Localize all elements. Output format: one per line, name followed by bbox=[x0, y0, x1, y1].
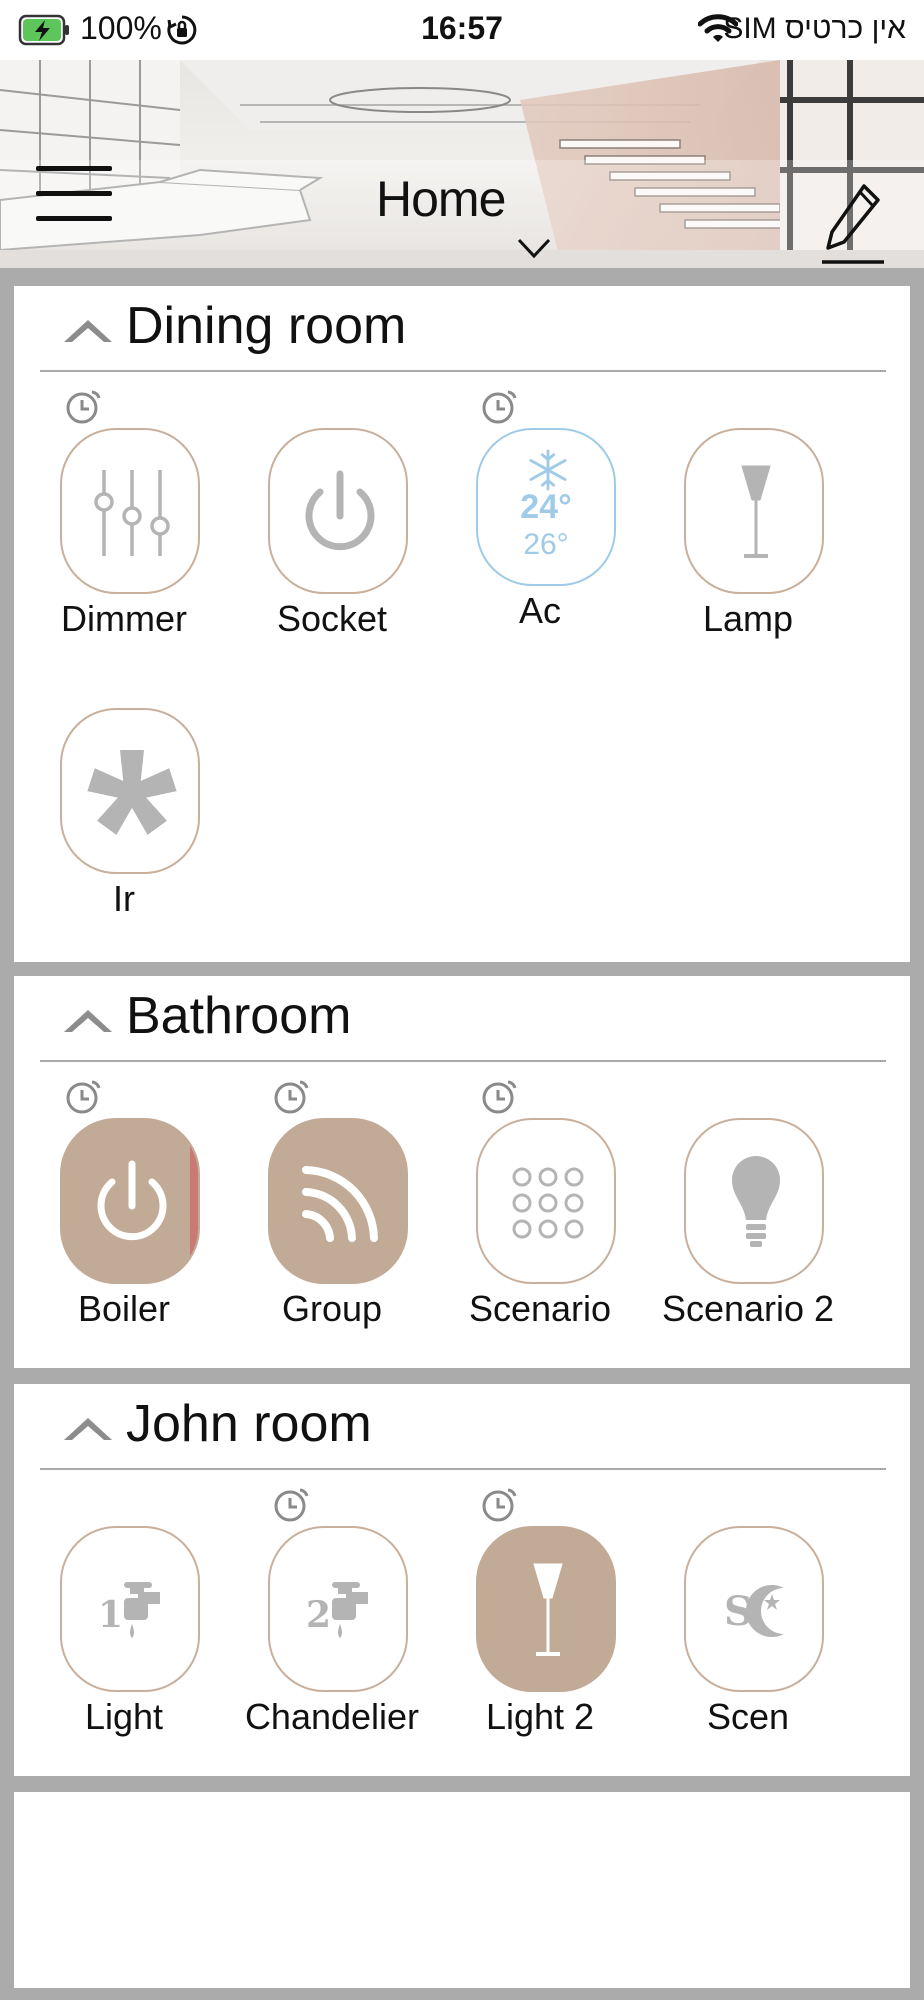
device-scenario: Scenario bbox=[430, 1076, 630, 1329]
timer-clock-icon[interactable] bbox=[62, 386, 102, 426]
device-lamp: Lamp bbox=[638, 386, 838, 639]
device-socket: Socket bbox=[222, 386, 422, 639]
room-header[interactable]: Bathroom bbox=[14, 976, 910, 1064]
chevron-up-icon[interactable] bbox=[62, 316, 114, 344]
lamp-toggle-button[interactable] bbox=[684, 428, 824, 594]
device-label: Dimmer bbox=[61, 598, 187, 639]
group-toggle-button[interactable] bbox=[268, 1118, 408, 1284]
power-icon bbox=[305, 470, 375, 551]
faucet-2-icon bbox=[332, 1582, 368, 1638]
scenario-2-toggle-button[interactable] bbox=[684, 1118, 824, 1284]
room-card-john-room: John room 1 Light 2 Chandelier Light 2 S Sc… bbox=[14, 1384, 910, 1776]
light-2-toggle-button[interactable] bbox=[476, 1526, 616, 1692]
chevron-up-icon[interactable] bbox=[62, 1414, 114, 1442]
dimmer-toggle-button[interactable] bbox=[60, 428, 200, 594]
device-ir: Ir bbox=[14, 666, 214, 919]
fan-icon bbox=[87, 750, 177, 835]
light-bulb-icon bbox=[732, 1156, 780, 1247]
chevron-up-icon[interactable] bbox=[62, 1006, 114, 1034]
status-bar: 100% 16:57 אין כרטיס SIM bbox=[0, 0, 924, 60]
hamburger-menu-icon bbox=[36, 166, 112, 171]
room-background-image bbox=[0, 60, 924, 268]
room-divider bbox=[40, 1060, 886, 1062]
device-light: 1 Light bbox=[14, 1484, 214, 1737]
boiler-toggle-button[interactable] bbox=[60, 1118, 200, 1284]
sliders-icon bbox=[94, 470, 170, 556]
room-divider bbox=[40, 370, 886, 372]
room-title: Dining room bbox=[126, 297, 407, 355]
sun-moon-icon bbox=[745, 1585, 784, 1637]
device-label: Light 2 bbox=[485, 1696, 595, 1737]
home-header: Home bbox=[0, 60, 924, 268]
device-label: Group bbox=[281, 1288, 383, 1329]
home-selector[interactable]: Home bbox=[376, 170, 506, 228]
device-label: Socket bbox=[276, 598, 388, 639]
device-light-2: Light 2 bbox=[430, 1484, 630, 1737]
room-card-bathroom: Bathroom Boiler Group Scenario Scenario … bbox=[14, 976, 910, 1368]
scene-letter: S bbox=[724, 1588, 753, 1635]
boiler-alert-indicator bbox=[190, 1140, 198, 1266]
device-label: Lamp bbox=[702, 598, 794, 639]
room-header[interactable]: John room bbox=[14, 1384, 910, 1472]
menu-button[interactable] bbox=[36, 166, 112, 230]
ac-toggle-button[interactable]: 24° 26° bbox=[476, 428, 616, 586]
device-scenario-2: Scenario 2 bbox=[638, 1076, 838, 1329]
room-title: Bathroom bbox=[126, 987, 352, 1045]
floor-lamp-icon bbox=[741, 465, 771, 558]
device-label: Light bbox=[84, 1696, 164, 1737]
device-label: Scenario bbox=[468, 1288, 612, 1329]
timer-clock-icon[interactable] bbox=[270, 1076, 310, 1116]
scenario-toggle-button[interactable] bbox=[476, 1118, 616, 1284]
empty-card bbox=[14, 1792, 910, 1988]
timer-clock-icon[interactable] bbox=[270, 1484, 310, 1524]
device-boiler: Boiler bbox=[14, 1076, 214, 1329]
room-card-dining-room: Dining room Dimmer Socket 24° 26° Ac Lamp … bbox=[14, 286, 910, 962]
device-number-badge: 2 bbox=[306, 1594, 332, 1636]
faucet-1-icon bbox=[124, 1582, 160, 1638]
device-label: Chandelier bbox=[244, 1696, 420, 1737]
room-title: John room bbox=[126, 1395, 372, 1453]
dot-grid-icon bbox=[512, 1167, 584, 1239]
timer-clock-icon[interactable] bbox=[478, 1076, 518, 1116]
device-scen: S Scen bbox=[638, 1484, 838, 1737]
ac-set-temperature: 24° bbox=[520, 488, 572, 526]
scen-toggle-button[interactable]: S bbox=[684, 1526, 824, 1692]
device-dimmer: Dimmer bbox=[14, 386, 214, 639]
device-label: Boiler bbox=[77, 1288, 171, 1329]
room-divider bbox=[40, 1468, 886, 1470]
hamburger-line bbox=[36, 191, 112, 196]
chevron-down-icon[interactable] bbox=[516, 236, 552, 260]
chandelier-toggle-button[interactable]: 2 bbox=[268, 1526, 408, 1692]
device-ac: 24° 26° Ac bbox=[430, 386, 630, 631]
device-number-badge: 1 bbox=[98, 1594, 124, 1636]
timer-clock-icon[interactable] bbox=[478, 386, 518, 426]
power-icon bbox=[97, 1160, 167, 1241]
light-toggle-button[interactable]: 1 bbox=[60, 1526, 200, 1692]
device-group: Group bbox=[222, 1076, 422, 1329]
room-header[interactable]: Dining room bbox=[14, 286, 910, 374]
ir-toggle-button[interactable] bbox=[60, 708, 200, 874]
timer-clock-icon[interactable] bbox=[62, 1076, 102, 1116]
floor-lamp-icon bbox=[533, 1563, 563, 1656]
carrier-label: אין כרטיס SIM bbox=[723, 12, 906, 45]
device-label: Ac bbox=[518, 590, 561, 631]
timer-clock-icon[interactable] bbox=[478, 1484, 518, 1524]
device-label: Scen bbox=[706, 1696, 790, 1737]
hamburger-line bbox=[36, 216, 112, 221]
wireless-signal-icon bbox=[302, 1166, 378, 1242]
socket-toggle-button[interactable] bbox=[268, 428, 408, 594]
device-chandelier: 2 Chandelier bbox=[222, 1484, 422, 1737]
device-label: Scenario 2 bbox=[661, 1288, 835, 1329]
ac-current-temperature: 26° bbox=[523, 528, 569, 561]
device-label: Ir bbox=[113, 878, 135, 919]
pencil-icon[interactable] bbox=[820, 180, 886, 266]
